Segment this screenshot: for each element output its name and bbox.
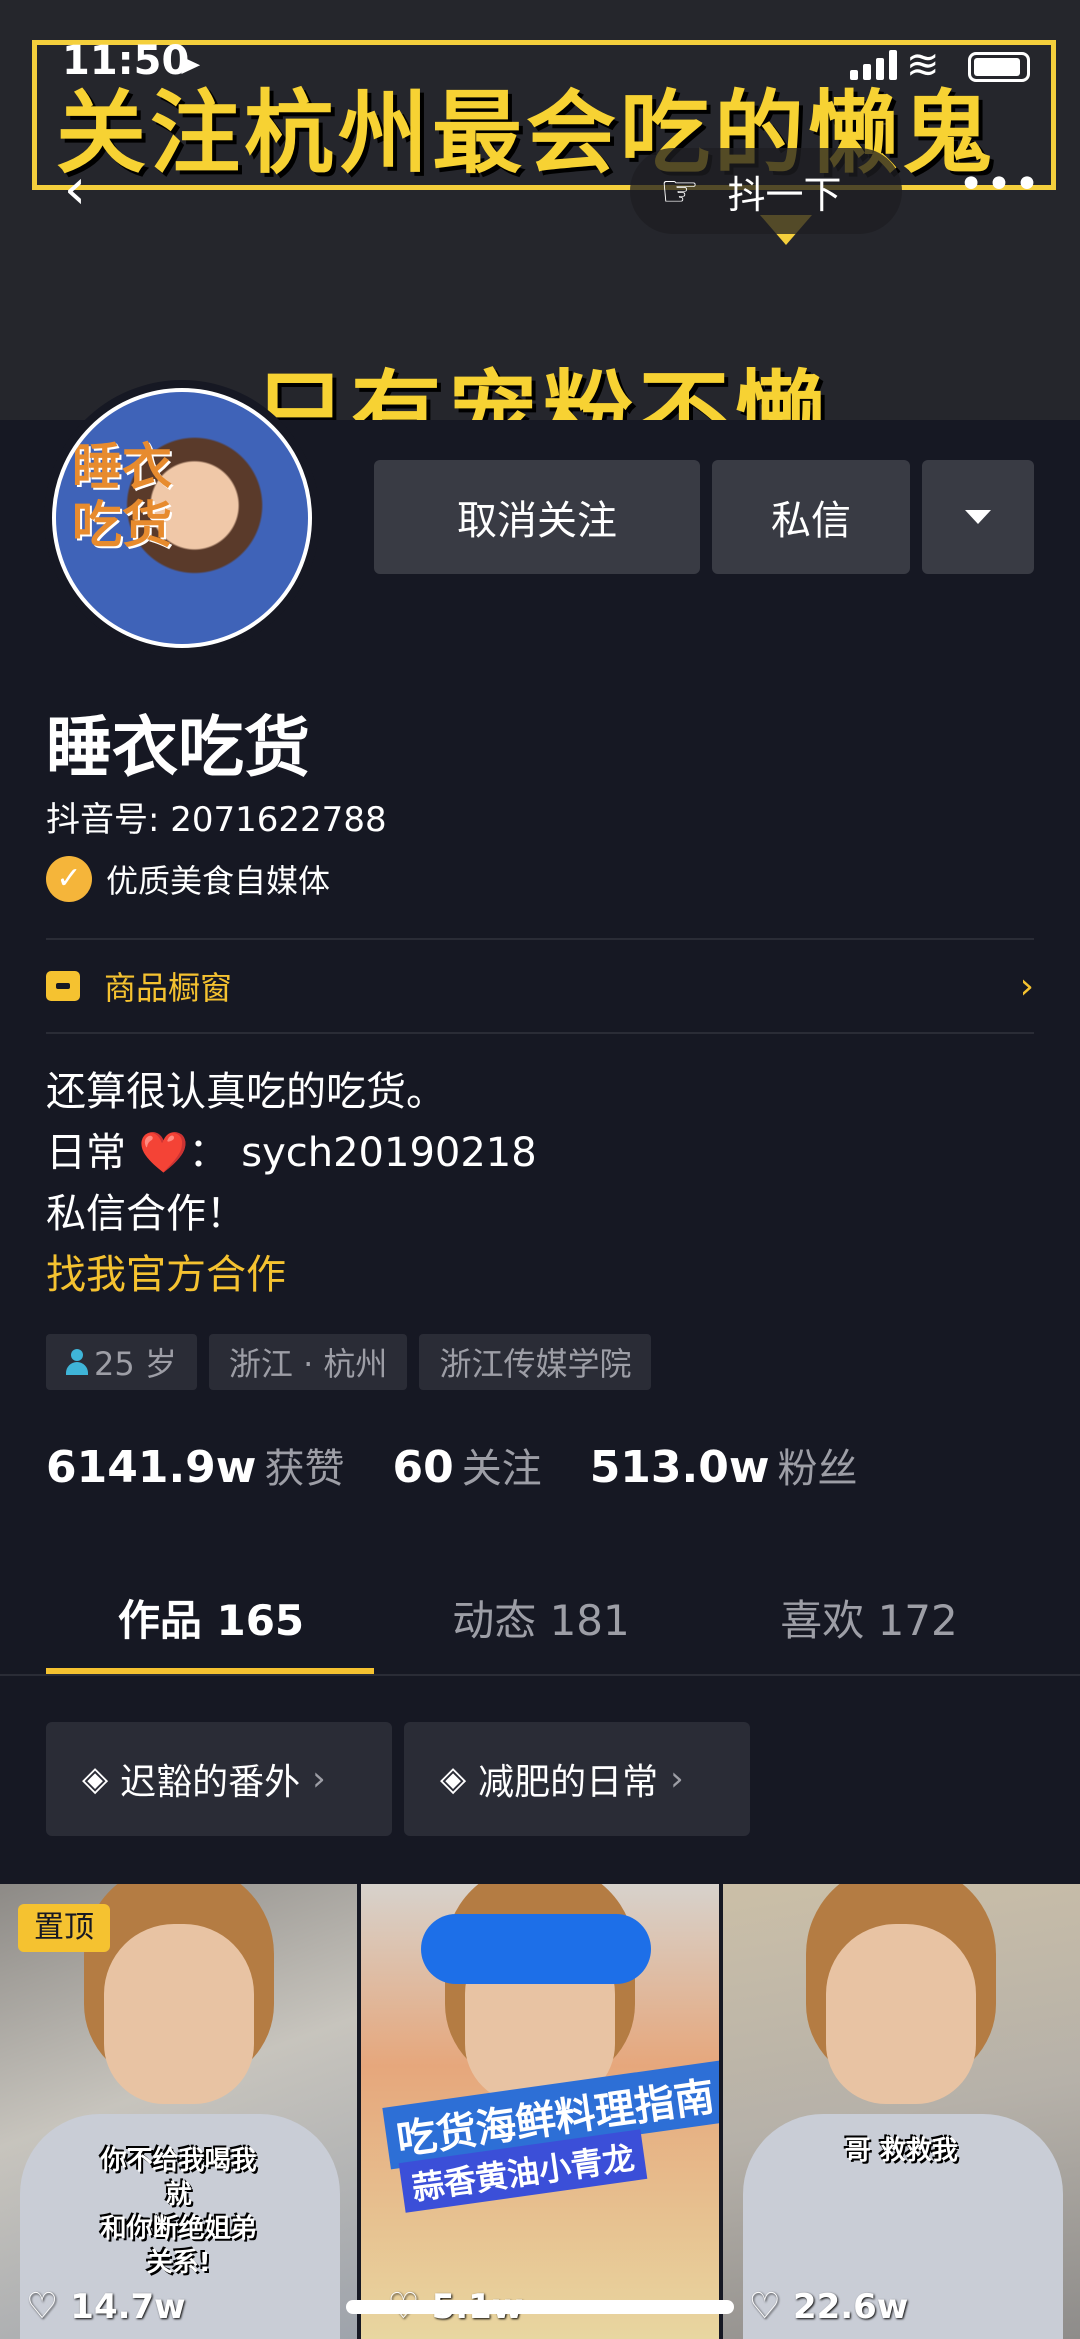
battery-icon (968, 52, 1030, 82)
school-tag: 浙江传媒学院 (419, 1334, 652, 1390)
shop-window-row[interactable]: 商品橱窗 › (46, 940, 1034, 1032)
douyin-id: 抖音号: 2071622788 (46, 800, 387, 840)
location-tag: 浙江 · 杭州 (208, 1334, 408, 1390)
chevron-left-icon: ‹ (63, 157, 87, 222)
home-indicator (346, 2300, 734, 2314)
video-thumbnail[interactable]: 置顶 你不给我喝我就 和你断绝姐弟关系! ♡ 14.7w (0, 1884, 358, 2339)
signal-icon (850, 50, 897, 80)
avatar-image: 睡衣 吃货 (52, 388, 312, 648)
unfollow-button[interactable]: 取消关注 (374, 460, 700, 574)
playlists: ◈ 迟豁的番外 › ◈ 减肥的日常 › (46, 1722, 750, 1836)
bio-line: 还算很认真吃的吃货。 (46, 1069, 446, 1115)
message-button[interactable]: 私信 (712, 460, 910, 574)
heart-outline-icon: ♡ (748, 2286, 781, 2327)
video-caption: 哥 救救我 (844, 2136, 958, 2166)
shake-button[interactable]: ☞ 抖一下 (630, 148, 902, 234)
tab-works[interactable]: 作品 165 (46, 1576, 376, 1676)
bio-line: 私信合作！ (46, 1191, 246, 1237)
profile-tags: 25 岁 浙江 · 杭州 浙江传媒学院 (46, 1334, 652, 1390)
wifi-icon: ≋ (906, 42, 940, 88)
layers-icon: ◈ (440, 1759, 467, 1799)
content-tabs: 作品 165 动态 181 喜欢 172 (0, 1576, 1080, 1676)
tab-moments[interactable]: 动态 181 (376, 1576, 706, 1676)
back-button[interactable]: ‹ (40, 150, 110, 230)
caret-down-icon (965, 510, 991, 524)
verified-check-icon: ✓ (46, 856, 92, 902)
location-arrow-icon: ➤ (178, 48, 202, 81)
likes-stat: 6141.9w 获赞 (46, 1442, 345, 1493)
verification: ✓ 优质美食自媒体 (46, 856, 330, 902)
heart-outline-icon: ♡ (26, 2286, 59, 2327)
playlist-item[interactable]: ◈ 减肥的日常 › (404, 1722, 750, 1836)
shop-icon (46, 971, 80, 1001)
more-dots-icon: ••• (958, 159, 1042, 210)
hand-pointer-icon: ☞ (660, 165, 700, 217)
pinned-badge: 置顶 (18, 1904, 110, 1952)
chevron-right-icon: › (670, 1759, 684, 1799)
shop-window-label: 商品橱窗 (104, 969, 233, 1007)
person-icon (66, 1349, 88, 1375)
video-likes: ♡ 22.6w (748, 2286, 909, 2327)
bio-line: 日常 ❤️： sych20190218 (46, 1130, 537, 1176)
video-likes: ♡ 14.7w (26, 2286, 186, 2327)
video-thumbnail[interactable]: 吃货海鲜料理指南 蒜香黄油小青龙 ♡5.1w (361, 1884, 719, 2339)
heart-icon: ❤️ (138, 1130, 189, 1176)
fans-stat[interactable]: 513.0w 粉丝 (590, 1436, 858, 1494)
playlist-item[interactable]: ◈ 迟豁的番外 › (46, 1722, 392, 1836)
status-bar: 11:50 ➤ ≋ (0, 0, 1080, 110)
official-cooperation-link[interactable]: 找我官方合作 (46, 1245, 537, 1306)
layers-icon: ◈ (82, 1759, 109, 1799)
verification-label: 优质美食自媒体 (106, 862, 331, 900)
chevron-right-icon: › (312, 1759, 326, 1799)
avatar[interactable]: 睡衣 吃货 (44, 380, 320, 656)
tab-likes[interactable]: 喜欢 172 (704, 1576, 1034, 1676)
age-tag: 25 岁 (46, 1334, 197, 1390)
more-options-button[interactable] (922, 460, 1034, 574)
video-caption: 你不给我喝我就 和你断绝姐弟关系! (100, 2146, 257, 2278)
profile-stats: 6141.9w 获赞 60 关注 513.0w 粉丝 (46, 1436, 906, 1494)
profile-name: 睡衣吃货 (46, 709, 310, 786)
banner-text-2: 只有宠粉不懒 (255, 361, 831, 420)
video-grid: 置顶 你不给我喝我就 和你断绝姐弟关系! ♡ 14.7w 吃货海鲜料理指南 蒜香黄… (0, 1884, 1080, 2339)
sunglasses (421, 1914, 652, 1984)
video-thumbnail[interactable]: 哥 救救我 ♡ 22.6w (722, 1884, 1080, 2339)
chevron-right-icon: › (1019, 965, 1034, 1007)
divider (46, 1032, 1034, 1034)
more-button[interactable]: ••• (955, 150, 1045, 230)
following-stat[interactable]: 60 关注 (392, 1436, 541, 1494)
shake-label: 抖一下 (727, 172, 842, 217)
avatar-label: 睡衣 吃货 (72, 438, 172, 554)
status-time: 11:50 (62, 38, 190, 84)
active-tab-indicator (46, 1668, 374, 1674)
bio: 还算很认真吃的吃货。 日常 ❤️： sych20190218 私信合作！ 找我官… (46, 1062, 537, 1306)
